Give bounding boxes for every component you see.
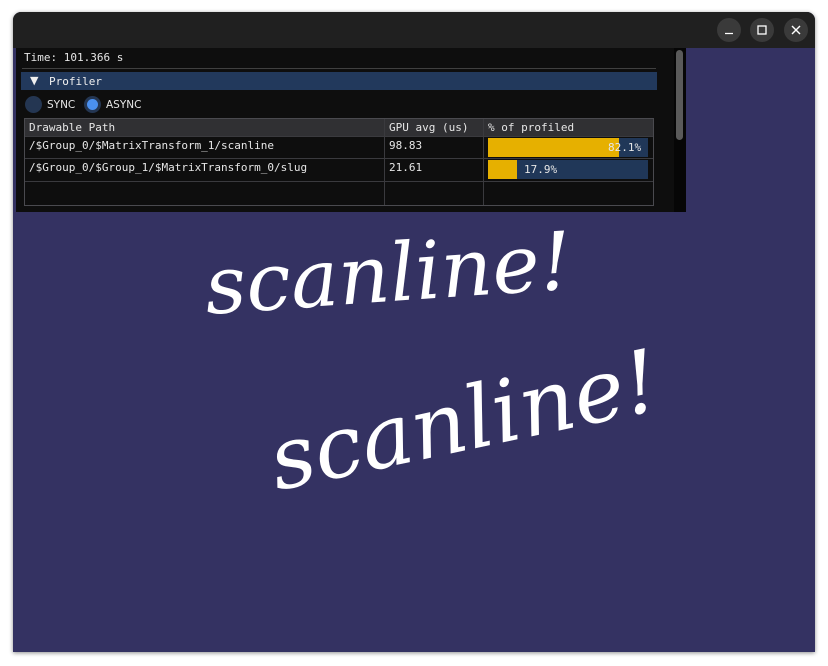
row-gpu-avg: 98.83 [389,139,423,152]
percent-bar-fill [488,160,517,179]
profiler-header[interactable]: ▼ Profiler [21,72,657,90]
close-button[interactable] [784,18,808,42]
async-radio[interactable] [84,96,101,113]
profiler-panel: Time: 101.366 s ▼ Profiler SYNC ASYNC Dr… [16,48,674,212]
percent-bar-label: 17.9% [524,163,558,176]
column-divider [483,119,484,205]
app-window: Time: 101.366 s ▼ Profiler SYNC ASYNC Dr… [13,12,815,652]
column-header-drawable-path[interactable]: Drawable Path [29,121,115,134]
async-radio-label[interactable]: ASYNC [106,99,141,111]
row-divider [25,181,653,182]
row-divider [25,158,653,159]
row-gpu-avg: 21.61 [389,161,423,174]
row-divider [25,136,653,137]
maximize-button[interactable] [750,18,774,42]
percent-bar: 17.9% [488,160,648,179]
radio-selected-dot [87,99,98,110]
canvas-text-scanline-1: scanline! [201,214,575,333]
scrollbar-thumb[interactable] [676,50,683,140]
panel-scrollbar[interactable] [674,48,686,212]
percent-bar-fill [488,138,620,157]
percent-bar-label: 82.1% [608,141,642,154]
close-icon [791,25,801,35]
minimize-icon [725,32,733,35]
column-divider [384,119,385,205]
separator [22,68,656,69]
sync-radio-label[interactable]: SYNC [47,99,75,111]
row-path: /$Group_0/$MatrixTransform_1/scanline [29,139,275,152]
profiler-table: Drawable Path GPU avg (us) % of profiled… [24,118,654,206]
row-path: /$Group_0/$Group_1/$MatrixTransform_0/sl… [29,161,308,174]
title-bar[interactable] [13,12,815,48]
time-readout: Time: 101.366 s [24,51,124,64]
column-header-percent[interactable]: % of profiled [488,121,574,134]
collapse-arrow-icon: ▼ [30,74,39,87]
minimize-button[interactable] [717,18,741,42]
profiler-header-label: Profiler [49,75,102,88]
percent-bar: 82.1% [488,138,648,157]
sync-radio[interactable] [25,96,42,113]
maximize-icon [757,25,767,35]
column-header-gpu-avg[interactable]: GPU avg (us) [389,121,468,134]
canvas-text-scanline-2: scanline! [260,331,668,511]
